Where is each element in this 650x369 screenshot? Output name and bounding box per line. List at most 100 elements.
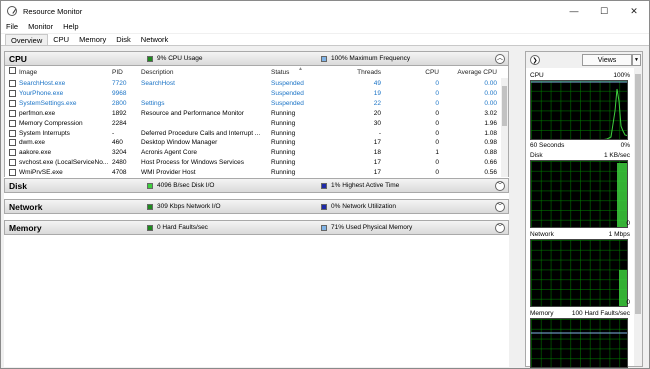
memory-graph-max: 100 Hard Faults/sec	[571, 310, 630, 317]
cell-avg: 0.00	[484, 99, 497, 107]
cell-pid: 9968	[112, 89, 127, 97]
views-button[interactable]: Views	[582, 54, 632, 66]
disk-io-text: 4096 B/sec Disk I/O	[157, 182, 215, 189]
cpu-section-title: CPU	[9, 54, 27, 64]
close-icon[interactable]: ✕	[619, 1, 649, 21]
select-all-checkbox[interactable]	[9, 67, 16, 74]
menu-bar: File Monitor Help	[1, 21, 649, 33]
col-status[interactable]: Status	[271, 69, 289, 76]
col-cpu[interactable]: CPU	[403, 69, 439, 76]
cell-pid: 4708	[112, 169, 127, 177]
network-graph-min: 0	[626, 299, 630, 306]
row-checkbox[interactable]	[9, 169, 16, 177]
views-dropdown-icon[interactable]: ▼	[632, 54, 641, 66]
memory-hard-faults-stat: 0 Hard Faults/sec	[147, 224, 208, 231]
maximize-icon[interactable]: ☐	[589, 1, 619, 21]
cpu-graph	[530, 80, 628, 140]
cell-desc: WMI Provider Host	[141, 169, 196, 177]
table-row[interactable]: YourPhone.exe 9968 Suspended 19 0 0.00	[5, 89, 508, 99]
disk-expand-icon[interactable]: ﹀	[495, 181, 505, 191]
disk-io-swatch	[147, 182, 153, 189]
memory-used-stat: 71% Used Physical Memory	[321, 224, 412, 231]
tab-network[interactable]: Network	[136, 34, 174, 45]
network-section-header[interactable]: Network 309 Kbps Network I/O 0% Network …	[4, 199, 509, 214]
minimize-icon[interactable]: —	[559, 1, 589, 21]
cell-pid: 2284	[112, 119, 127, 127]
tab-cpu[interactable]: CPU	[48, 34, 74, 45]
cell-desc: Settings	[141, 99, 165, 107]
network-graph-max: 1 Mbps	[608, 231, 630, 238]
cell-image: SearchHost.exe	[19, 80, 66, 87]
col-threads[interactable]: Threads	[345, 69, 381, 76]
cell-avg: 0.98	[484, 139, 497, 147]
network-graph-label: Network	[530, 231, 554, 238]
disk-section-header[interactable]: Disk 4096 B/sec Disk I/O 1% Highest Acti…	[4, 178, 509, 193]
menu-monitor[interactable]: Monitor	[23, 21, 58, 33]
cell-desc: Resource and Performance Monitor	[141, 109, 244, 117]
cell-avg: 1.08	[484, 129, 497, 137]
cell-image: svchost.exe (LocalServiceNo...	[19, 159, 109, 167]
table-row[interactable]: svchost.exe (LocalServiceNo... 2480 Host P…	[5, 158, 508, 168]
disk-io-stat: 4096 B/sec Disk I/O	[147, 182, 214, 189]
row-checkbox[interactable]	[9, 139, 16, 147]
cell-image: perfmon.exe	[19, 109, 56, 117]
row-checkbox[interactable]	[9, 149, 16, 157]
cell-threads: 17	[373, 169, 381, 177]
table-row[interactable]: SystemSettings.exe 2800 Settings Suspended 2…	[5, 99, 508, 109]
disk-graph-plot	[617, 163, 627, 227]
menu-help[interactable]: Help	[58, 21, 83, 33]
cell-threads: 22	[373, 99, 381, 107]
cpu-table-scroll-thumb[interactable]	[502, 86, 507, 126]
cell-desc: Deferred Procedure Calls and Interrupt .…	[141, 129, 261, 137]
memory-graph-plot	[531, 332, 627, 334]
cell-cpu: 0	[435, 139, 439, 147]
network-graph	[530, 239, 628, 307]
graphs-scroll-thumb[interactable]	[635, 74, 641, 314]
cpu-graph-time-span: 60 Seconds	[530, 142, 565, 149]
row-checkbox[interactable]	[9, 119, 16, 127]
graphs-scrollbar[interactable]	[634, 68, 642, 366]
cell-image: dwm.exe	[19, 139, 46, 147]
cell-pid: 2480	[112, 159, 127, 167]
row-checkbox[interactable]	[9, 129, 16, 137]
col-image[interactable]: Image	[19, 69, 37, 76]
table-row[interactable]: System Interrupts - Deferred Procedure Cal…	[5, 129, 508, 139]
cpu-graph-label: CPU	[530, 72, 544, 79]
disk-section-title: Disk	[9, 181, 27, 191]
cell-status: Suspended	[271, 89, 304, 97]
cell-image: Memory Compression	[19, 119, 83, 127]
col-description[interactable]: Description	[141, 69, 174, 76]
cpu-table-scrollbar[interactable]	[501, 78, 508, 177]
cell-cpu: 0	[435, 109, 439, 117]
col-average-cpu[interactable]: Average CPU	[445, 69, 497, 76]
table-row[interactable]: dwm.exe 460 Desktop Window Manager Running 1…	[5, 138, 508, 148]
row-checkbox[interactable]	[9, 99, 16, 107]
row-checkbox[interactable]	[9, 159, 16, 167]
row-checkbox[interactable]	[9, 80, 16, 87]
network-utilization-swatch	[321, 203, 327, 210]
memory-section-header[interactable]: Memory 0 Hard Faults/sec 71% Used Physic…	[4, 220, 509, 235]
memory-expand-icon[interactable]: ﹀	[495, 223, 505, 233]
menu-file[interactable]: File	[1, 21, 23, 33]
cpu-collapse-icon[interactable]: ︿	[495, 54, 505, 64]
table-row[interactable]: perfmon.exe 1892 Resource and Performance …	[5, 109, 508, 119]
cell-cpu: 0	[435, 119, 439, 127]
table-row[interactable]: Memory Compression 2284 Running 30 0 1.96	[5, 119, 508, 129]
collapse-graphs-icon[interactable]: ❯	[530, 55, 540, 65]
row-checkbox[interactable]	[9, 89, 16, 97]
cpu-frequency-text: 100% Maximum Frequency	[331, 55, 411, 62]
tab-disk[interactable]: Disk	[111, 34, 136, 45]
tab-overview[interactable]: Overview	[5, 34, 49, 45]
cpu-section-header[interactable]: CPU 9% CPU Usage 100% Maximum Frequency …	[4, 51, 509, 66]
row-checkbox[interactable]	[9, 109, 16, 117]
network-expand-icon[interactable]: ﹀	[495, 202, 505, 212]
cpu-graph-min: 0%	[620, 142, 630, 149]
disk-graph-label: Disk	[530, 152, 543, 159]
table-row[interactable]: SearchHost.exe 7720 SearchHost Suspended 49 0…	[5, 79, 508, 89]
table-row[interactable]: aakore.exe 3204 Acronis Agent Core Running 1…	[5, 148, 508, 158]
col-pid[interactable]: PID	[112, 69, 123, 76]
cell-status: Running	[271, 169, 296, 177]
cell-threads: 17	[373, 139, 381, 147]
table-row[interactable]: WmiPrvSE.exe 4708 WMI Provider Host Running…	[5, 168, 508, 177]
tab-memory[interactable]: Memory	[74, 34, 111, 45]
